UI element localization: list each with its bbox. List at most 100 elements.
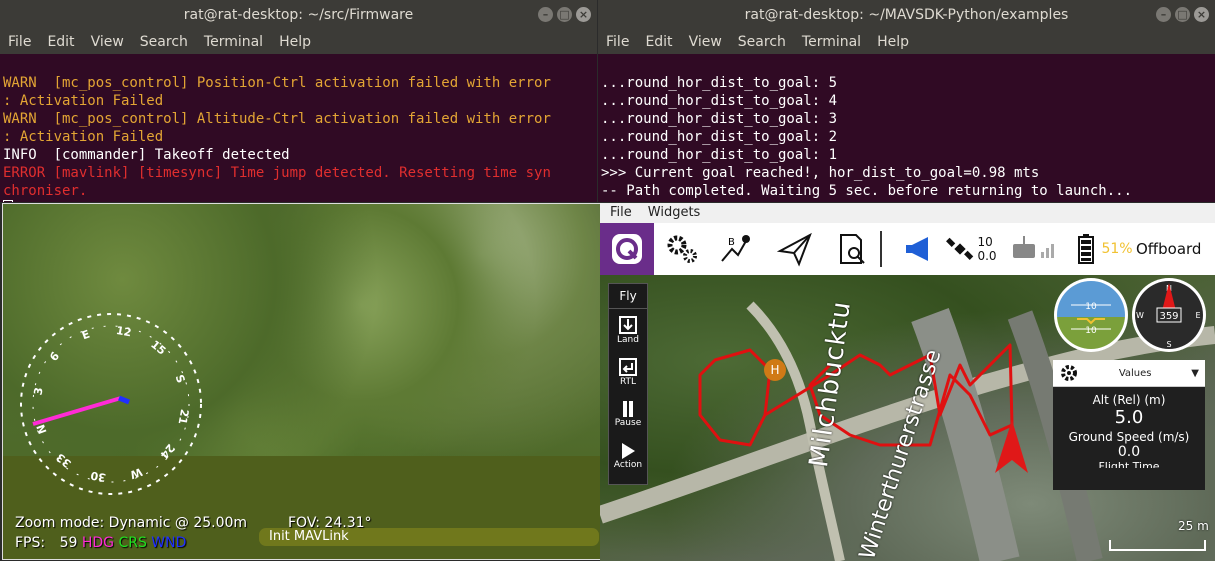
legend-wnd: WND	[151, 535, 187, 551]
window-title: rat@rat-desktop: ~/src/Firmware	[183, 7, 414, 23]
menu-search[interactable]: Search	[132, 30, 196, 54]
status-message: Init MAVLink	[259, 528, 599, 546]
scale-bar	[1109, 540, 1206, 551]
menu-file[interactable]: File	[0, 30, 39, 54]
close-button[interactable]: ×	[576, 7, 591, 22]
qgroundcontrol-window[interactable]: File Widgets B 10 0.0 51% Offboard H Mil…	[600, 203, 1215, 561]
qgc-logo-icon	[612, 234, 642, 264]
terminal-line: -- Path completed. Waiting 5 sec. before…	[601, 183, 1133, 199]
legend-crs: CRS	[118, 535, 147, 551]
menu-terminal[interactable]: Terminal	[794, 30, 869, 54]
gear-icon[interactable]	[1059, 363, 1079, 383]
rc-transmitter-icon	[1013, 236, 1054, 258]
minimize-button[interactable]: –	[538, 7, 553, 22]
minimize-button[interactable]: –	[1156, 7, 1171, 22]
menu-help[interactable]: Help	[271, 30, 319, 54]
close-button[interactable]: ×	[1194, 7, 1209, 22]
terminal-output[interactable]: WARN [mc_pos_control] Position-Ctrl acti…	[0, 54, 597, 202]
rc-rssi-button[interactable]	[1008, 223, 1058, 275]
compass-overlay: E 12 15 S 21 24 W 30 33 N 3 6	[20, 313, 202, 495]
compass-label: 33	[54, 450, 74, 470]
satellite-icon	[946, 237, 974, 260]
toolbar-divider	[880, 231, 882, 267]
menu-view[interactable]: View	[681, 30, 730, 54]
rtl-button[interactable]: RTL	[609, 351, 647, 393]
qgc-toolbar: B 10 0.0 51% Offboard	[600, 223, 1215, 278]
terminal-menubar: File Edit View Search Terminal Help	[598, 30, 1215, 54]
terminal-window-mavsdk[interactable]: rat@rat-desktop: ~/MAVSDK-Python/example…	[598, 0, 1215, 202]
terminal-line: INFO [commander] Takeoff detected	[3, 147, 290, 163]
chevron-down-icon[interactable]: ▼	[1191, 368, 1199, 379]
gears-icon	[667, 235, 697, 263]
menu-terminal[interactable]: Terminal	[196, 30, 271, 54]
land-button[interactable]: Land	[609, 309, 647, 351]
alt-value: 5.0	[1114, 407, 1144, 428]
terminal-line: WARN [mc_pos_control] Position-Ctrl acti…	[3, 75, 551, 91]
window-titlebar[interactable]: rat@rat-desktop: ~/src/Firmware – □ ×	[0, 0, 597, 30]
terminal-line: : Activation Failed	[3, 129, 164, 145]
compass-south-label: S	[1166, 340, 1171, 349]
flight-mode-selector[interactable]: Offboard	[1136, 223, 1215, 275]
fps-label: FPS:	[15, 535, 46, 551]
terminal-line: chroniser.	[3, 183, 88, 199]
home-marker[interactable]: H	[764, 359, 786, 381]
hdop-value: 0.0	[977, 249, 997, 263]
pause-icon	[623, 401, 633, 417]
action-label: Action	[613, 460, 643, 470]
gps-status-button[interactable]: 10 0.0	[944, 223, 998, 275]
values-widget[interactable]: Values ▼ Alt (Rel) (m) 5.0 Ground Speed …	[1053, 360, 1205, 490]
menu-edit[interactable]: Edit	[637, 30, 680, 54]
terminal-output[interactable]: ...round_hor_dist_to_goal: 5 ...round_hor…	[598, 54, 1215, 202]
menu-edit[interactable]: Edit	[39, 30, 82, 54]
pause-button[interactable]: Pause	[609, 393, 647, 435]
rtl-label: RTL	[619, 377, 637, 387]
menu-widgets[interactable]: Widgets	[638, 205, 707, 220]
compass-label: S	[173, 373, 188, 385]
fly-button[interactable]	[768, 223, 822, 278]
qgc-menubar: File Widgets	[600, 203, 1215, 223]
terminal-line: ...round_hor_dist_to_goal: 5	[601, 75, 838, 91]
gazebo-camera-view[interactable]: E 12 15 S 21 24 W 30 33 N 3 6 Zoom mode:…	[2, 203, 601, 560]
messages-button[interactable]	[896, 223, 940, 275]
maximize-button[interactable]: □	[1175, 7, 1190, 22]
pitch-label: 10	[1085, 302, 1097, 312]
attitude-indicator: 10 10	[1054, 278, 1128, 352]
scale-label: 25 m	[1178, 519, 1209, 533]
menu-file[interactable]: File	[598, 30, 637, 54]
values-title: Values	[1118, 367, 1152, 379]
terminal-line: ...round_hor_dist_to_goal: 1	[601, 147, 838, 163]
fps-value: 59	[59, 535, 78, 551]
compass-label: 6	[47, 349, 62, 363]
terminal-line: ERROR [mavlink] [timesync] Time jump det…	[3, 165, 551, 181]
battery-icon	[1078, 234, 1095, 264]
zoom-mode-label: Zoom mode: Dynamic @ 25.00m	[15, 515, 248, 531]
compass-label: 15	[148, 338, 168, 358]
heading-value: 359	[1159, 311, 1178, 322]
analyze-button[interactable]	[830, 223, 874, 275]
qgc-logo-button[interactable]	[600, 223, 654, 275]
window-title: rat@rat-desktop: ~/MAVSDK-Python/example…	[744, 7, 1069, 23]
compass-label: E	[80, 328, 92, 343]
values-header: Values ▼	[1053, 360, 1205, 387]
land-label: Land	[617, 335, 639, 345]
window-titlebar[interactable]: rat@rat-desktop: ~/MAVSDK-Python/example…	[598, 0, 1215, 30]
ground-speed-label: Ground Speed (m/s)	[1068, 430, 1190, 444]
fly-toolstrip: Fly Land RTL Pause Action	[608, 283, 648, 485]
menu-view[interactable]: View	[83, 30, 132, 54]
terminal-window-firmware[interactable]: rat@rat-desktop: ~/src/Firmware – □ × Fi…	[0, 0, 597, 202]
maximize-button[interactable]: □	[557, 7, 572, 22]
action-button[interactable]: Action	[609, 435, 647, 477]
fps-readout: FPS: 59 HDG CRS WND	[15, 535, 186, 551]
compass-label: 21	[176, 408, 191, 425]
terminal-line: >>> Current goal reached!, hor_dist_to_g…	[601, 165, 1040, 181]
menu-search[interactable]: Search	[730, 30, 794, 54]
vehicle-setup-button[interactable]	[660, 223, 704, 275]
menu-help[interactable]: Help	[869, 30, 917, 54]
megaphone-icon	[906, 237, 928, 261]
fly-toolstrip-title: Fly	[609, 284, 647, 309]
battery-button[interactable]: 51%	[1070, 223, 1140, 275]
legend-hdg: HDG	[81, 535, 114, 551]
paper-plane-icon	[777, 232, 812, 267]
plan-button[interactable]: B	[712, 223, 756, 275]
menu-file[interactable]: File	[600, 205, 638, 220]
